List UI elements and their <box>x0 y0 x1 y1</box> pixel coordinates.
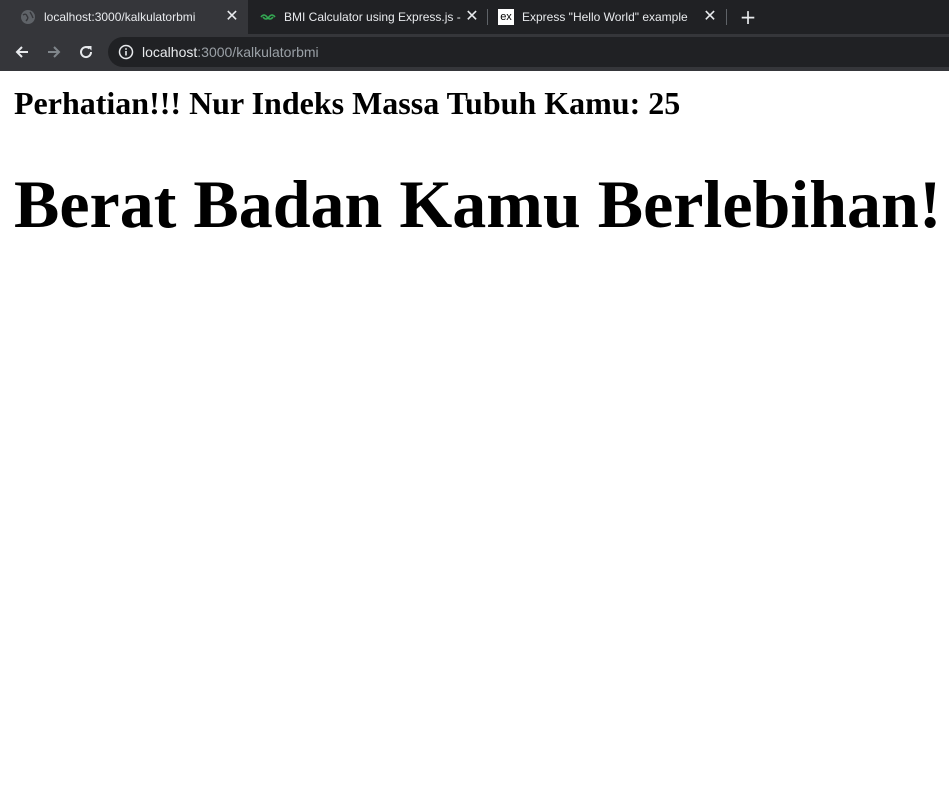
new-tab-button[interactable]: + <box>736 5 760 29</box>
express-icon: ex <box>498 9 514 25</box>
tab-bmi-calculator[interactable]: BMI Calculator using Express.js - ✕ <box>248 0 488 34</box>
reload-button[interactable] <box>73 39 99 65</box>
weight-verdict-heading: Berat Badan Kamu Berlebihan! <box>14 166 942 242</box>
tab-strip: localhost:3000/kalkulatorbmi ✕ BMI Calcu… <box>0 0 949 34</box>
page-content: Perhatian!!! Nur Indeks Massa Tubuh Kamu… <box>0 71 949 806</box>
tab-title: Express "Hello World" example <box>522 10 688 24</box>
tab-kalkulatorbmi[interactable]: localhost:3000/kalkulatorbmi ✕ <box>0 0 248 34</box>
reload-icon <box>80 46 93 59</box>
bmi-result-heading: Perhatian!!! Nur Indeks Massa Tubuh Kamu… <box>14 85 681 121</box>
tab-express-hello-world[interactable]: ex Express "Hello World" example ✕ <box>488 0 726 34</box>
tab-title: BMI Calculator using Express.js - <box>284 10 461 24</box>
browser-toolbar: localhost:3000/kalkulatorbmi <box>0 34 949 71</box>
tab-title: localhost:3000/kalkulatorbmi <box>44 10 196 24</box>
close-tab-icon[interactable]: ✕ <box>702 9 718 25</box>
url-path: :3000/kalkulatorbmi <box>197 44 319 60</box>
back-button[interactable] <box>9 39 35 65</box>
url-text: localhost:3000/kalkulatorbmi <box>142 44 319 60</box>
arrow-left-icon <box>15 46 28 58</box>
tab-separator <box>726 9 727 25</box>
forward-button[interactable] <box>41 39 67 65</box>
info-icon[interactable] <box>118 44 134 60</box>
glitch-icon <box>260 9 276 25</box>
arrow-right-icon <box>48 46 61 58</box>
close-tab-icon[interactable]: ✕ <box>464 9 480 25</box>
globe-icon <box>20 9 36 25</box>
close-tab-icon[interactable]: ✕ <box>224 9 240 25</box>
url-host: localhost <box>142 44 198 60</box>
address-bar[interactable]: localhost:3000/kalkulatorbmi <box>108 37 949 67</box>
